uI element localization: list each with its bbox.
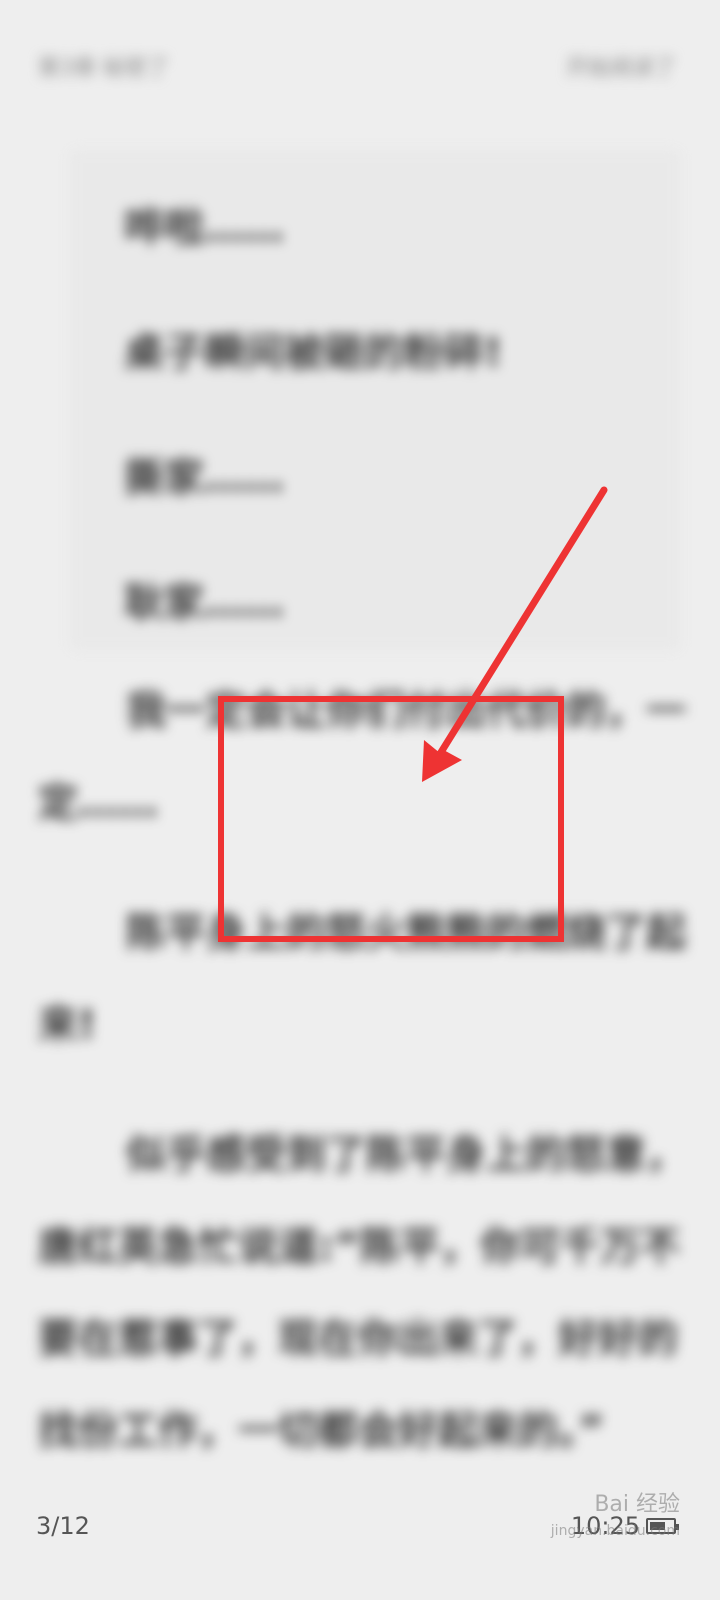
watermark-url: jingyan.baidu.com [550, 1523, 680, 1539]
page-indicator: 3/12 [36, 1512, 90, 1540]
quote-line: 撕家…… [124, 455, 284, 501]
watermark-brand: Bai 经验 [594, 1492, 680, 1517]
quote-line: 耿家…… [124, 580, 284, 626]
progress-label: 开始阅读了 [565, 56, 676, 81]
paragraph: 似乎感受到了陈平身上的怒意，唐红英急忙说道:“陈平，你可千万不要在惹事了，现在你… [38, 1132, 686, 1454]
tap-zone-highlight[interactable] [218, 696, 564, 942]
reader-page[interactable]: 第3章 秘密了 开始阅读了 哗啦…… 桌子瞬间被砸的粉碎! 撕家…… 耿家…… … [0, 0, 720, 1600]
watermark: Bai 经验 jingyan.baidu.com [551, 1492, 680, 1544]
quote-line: 桌子瞬间被砸的粉碎! [124, 330, 503, 376]
chapter-title: 第3章 秘密了 [38, 56, 169, 81]
quote-line: 哗啦…… [124, 205, 284, 251]
